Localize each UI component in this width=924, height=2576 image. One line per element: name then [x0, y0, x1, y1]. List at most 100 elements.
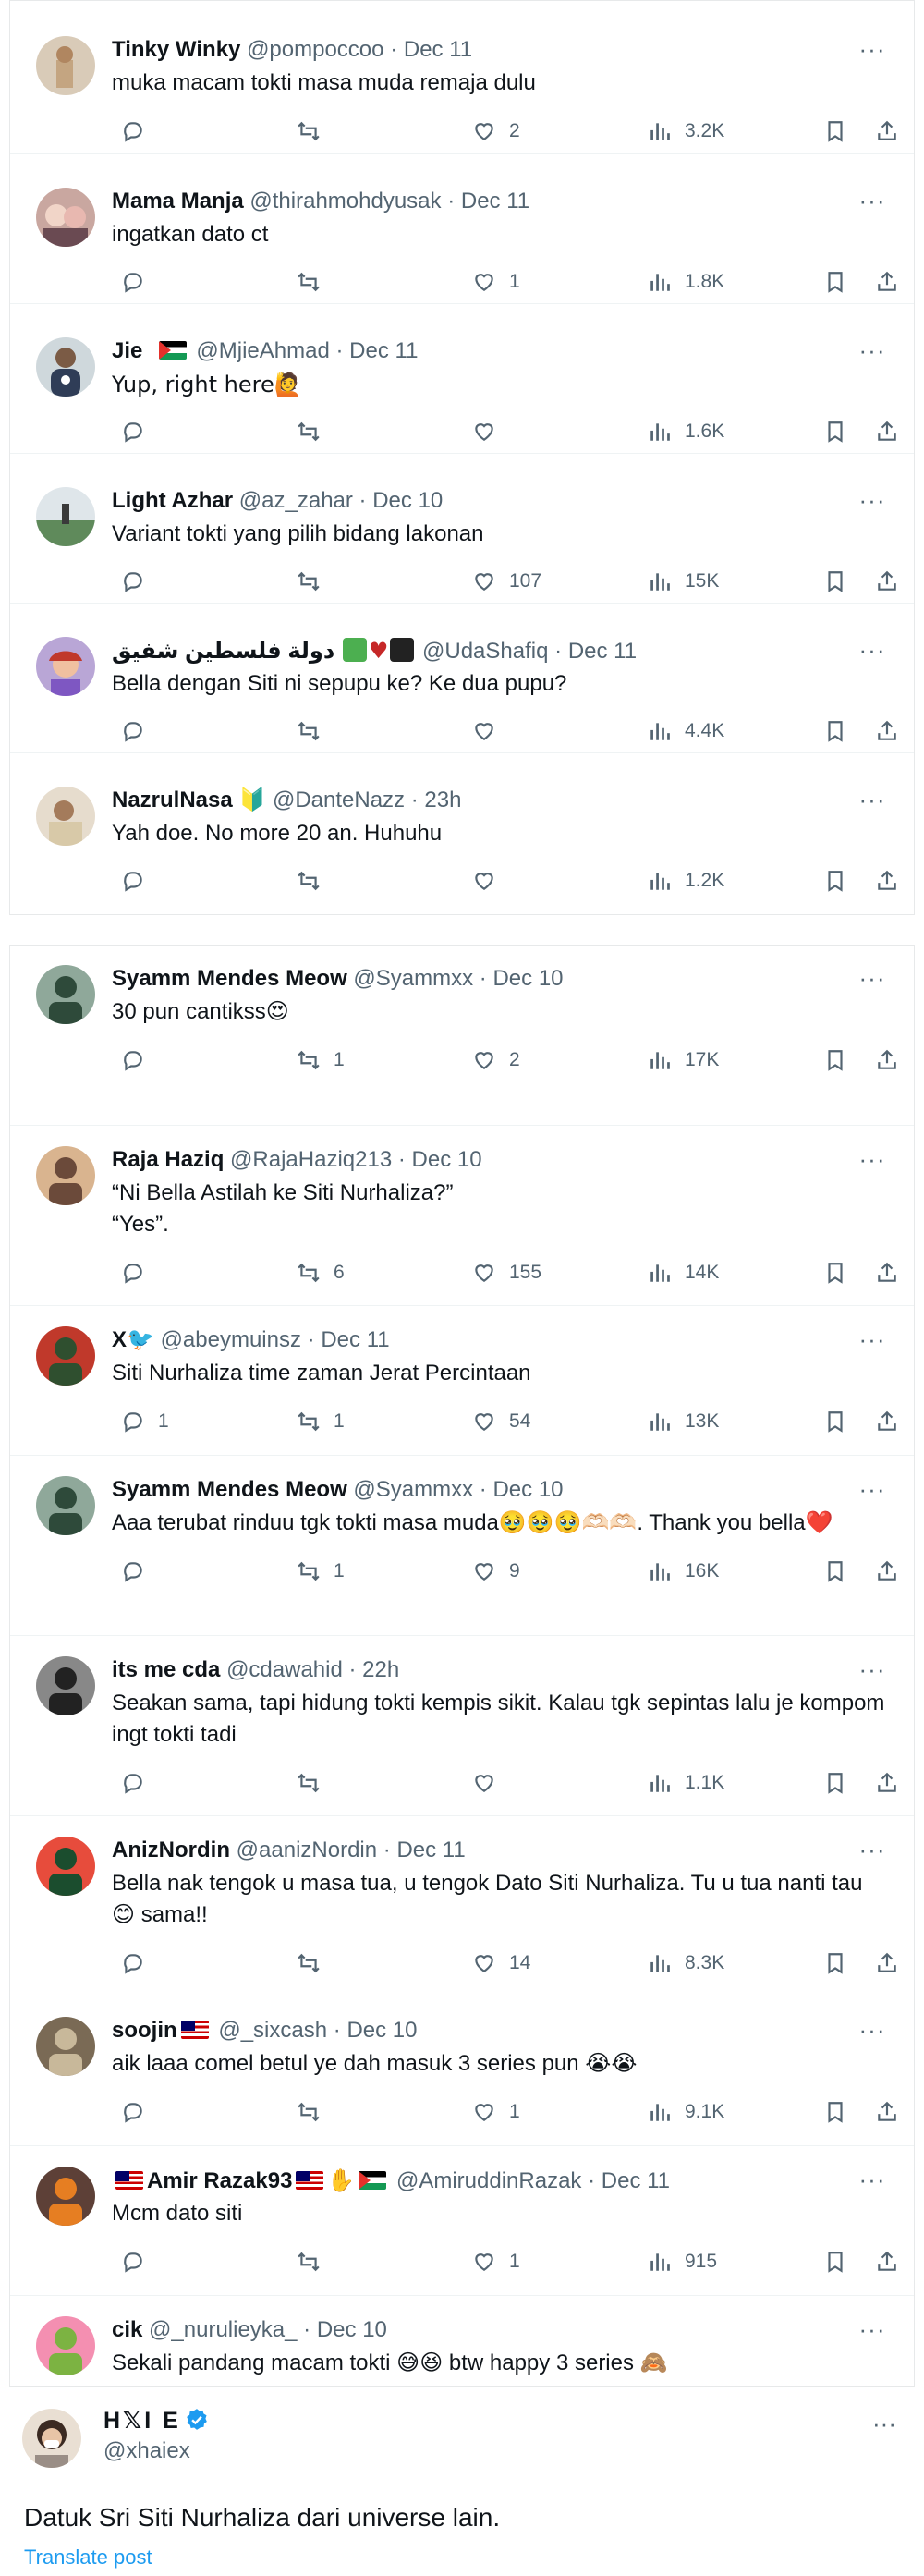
repost-button[interactable]: [297, 117, 334, 145]
reply-tweet[interactable]: NazrulNasa 🔰 @DanteNazz · 23h ··· Yah do…: [10, 752, 914, 915]
more-options-icon[interactable]: ···: [858, 1837, 886, 1862]
bookmark-button[interactable]: [823, 1408, 847, 1435]
repost-button[interactable]: [297, 2098, 334, 2126]
reply-button[interactable]: [121, 1259, 158, 1287]
reply-tweet[interactable]: AnizNordin @aanizNordin · Dec 11 ··· Bella…: [10, 1815, 914, 1996]
tweet-date[interactable]: Dec 10: [412, 1147, 482, 1172]
reply-tweet[interactable]: Jie_ @MjieAhmad · Dec 11 ··· Yup, right …: [10, 303, 914, 453]
like-button[interactable]: [472, 717, 509, 745]
author-handle[interactable]: @_nurulieyka_: [149, 2317, 297, 2342]
views-button[interactable]: 17K: [648, 1046, 719, 1074]
author-handle[interactable]: @Syammxx: [353, 1477, 473, 1502]
author-handle[interactable]: @xhaiex: [103, 2438, 190, 2464]
reply-button[interactable]: 1: [121, 1408, 169, 1435]
reply-button[interactable]: [121, 2248, 158, 2276]
author-name[interactable]: Syamm Mendes Meow: [112, 1477, 347, 1502]
more-options-icon[interactable]: ···: [858, 37, 886, 62]
reply-button[interactable]: [121, 717, 158, 745]
more-options-icon[interactable]: ···: [858, 338, 886, 363]
like-button[interactable]: 14: [472, 1949, 530, 1977]
like-button[interactable]: 107: [472, 568, 541, 595]
author-name[interactable]: AnizNordin: [112, 1837, 230, 1862]
author-name[interactable]: Mama Manja: [112, 189, 244, 214]
reply-button[interactable]: [121, 1949, 158, 1977]
author-name[interactable]: its me cda: [112, 1657, 220, 1682]
author-handle[interactable]: @MjieAhmad: [196, 338, 329, 363]
author-handle[interactable]: @DanteNazz: [273, 787, 405, 812]
reply-tweet[interactable]: Tinky Winky @pompoccoo · Dec 11 ··· muka…: [10, 1, 914, 153]
like-button[interactable]: [472, 1769, 509, 1797]
views-button[interactable]: 13K: [648, 1408, 719, 1435]
author-handle[interactable]: @abeymuinsz: [161, 1327, 301, 1352]
more-options-icon[interactable]: ···: [858, 488, 886, 513]
avatar[interactable]: [36, 36, 95, 95]
reply-button[interactable]: [121, 1769, 158, 1797]
views-button[interactable]: 8.3K: [648, 1949, 724, 1977]
tweet-date[interactable]: Dec 11: [349, 338, 418, 363]
reply-button[interactable]: [121, 568, 158, 595]
reply-button[interactable]: [121, 1046, 158, 1074]
avatar[interactable]: [36, 1656, 95, 1715]
share-button[interactable]: [875, 2098, 899, 2126]
tweet-date[interactable]: Dec 11: [404, 37, 472, 62]
views-button[interactable]: 3.2K: [648, 117, 724, 145]
reply-button[interactable]: [121, 418, 158, 446]
tweet-date[interactable]: Dec 11: [602, 2168, 670, 2193]
tweet-date[interactable]: Dec 10: [492, 1477, 563, 1502]
reply-tweet[interactable]: cik @_nurulieyka_ · Dec 10 ··· Sekali pand…: [10, 2295, 914, 2423]
reply-tweet[interactable]: Amir Razak93 ✋ @AmiruddinRazak · Dec 11 ··…: [10, 2145, 914, 2295]
avatar[interactable]: [36, 1146, 95, 1205]
avatar[interactable]: [36, 965, 95, 1024]
avatar[interactable]: [36, 487, 95, 546]
author-name[interactable]: Light Azhar: [112, 488, 233, 513]
author-name[interactable]: دولة فلسطين شفيق: [112, 639, 334, 664]
author-name[interactable]: soojin: [112, 2018, 177, 2043]
tweet-date[interactable]: 22h: [362, 1657, 399, 1682]
share-button[interactable]: [875, 418, 899, 446]
like-button[interactable]: 2: [472, 117, 520, 145]
like-button[interactable]: 2: [472, 1046, 520, 1074]
like-button[interactable]: [472, 418, 509, 446]
like-button[interactable]: 1: [472, 2248, 520, 2276]
views-button[interactable]: 1.6K: [648, 418, 724, 446]
reply-button[interactable]: [121, 2098, 158, 2126]
bookmark-button[interactable]: [823, 867, 847, 895]
more-options-icon[interactable]: ···: [858, 2167, 886, 2192]
repost-button[interactable]: [297, 418, 334, 446]
tweet-date[interactable]: Dec 11: [568, 639, 637, 664]
quoted-main-post[interactable]: H𝕏I E @xhaiex ··· Datuk Sri Siti Nurhali…: [0, 2394, 924, 2576]
views-button[interactable]: 1.2K: [648, 867, 724, 895]
views-button[interactable]: 15K: [648, 568, 719, 595]
translate-post-link[interactable]: Translate post: [24, 2545, 152, 2570]
tweet-date[interactable]: Dec 11: [321, 1327, 389, 1352]
author-name[interactable]: Tinky Winky: [112, 37, 240, 62]
repost-button[interactable]: [297, 717, 334, 745]
author-name[interactable]: Amir Razak93: [147, 2168, 292, 2193]
like-button[interactable]: [472, 867, 509, 895]
reply-tweet[interactable]: X🐦 @abeymuinsz · Dec 11 ··· Siti Nurhaliza…: [10, 1305, 914, 1455]
author-handle[interactable]: @thirahmohdyusak: [249, 189, 441, 214]
bookmark-button[interactable]: [823, 117, 847, 145]
author-name[interactable]: H𝕏I E: [103, 2407, 209, 2435]
views-button[interactable]: 16K: [648, 1557, 719, 1585]
share-button[interactable]: [875, 1769, 899, 1797]
more-options-icon[interactable]: ···: [858, 1477, 886, 1502]
author-handle[interactable]: @RajaHaziq213: [230, 1147, 392, 1172]
repost-button[interactable]: [297, 268, 334, 296]
bookmark-button[interactable]: [823, 268, 847, 296]
author-handle[interactable]: @az_zahar: [239, 488, 353, 513]
author-name[interactable]: NazrulNasa 🔰: [112, 787, 266, 812]
share-button[interactable]: [875, 268, 899, 296]
reply-button[interactable]: [121, 268, 158, 296]
reply-tweet[interactable]: Light Azhar @az_zahar · Dec 10 ··· Varia…: [10, 453, 914, 603]
share-button[interactable]: [875, 1259, 899, 1287]
more-options-icon[interactable]: ···: [858, 1657, 886, 1682]
share-button[interactable]: [875, 117, 899, 145]
author-handle[interactable]: @aanizNordin: [237, 1837, 377, 1862]
bookmark-button[interactable]: [823, 1259, 847, 1287]
views-button[interactable]: 4.4K: [648, 717, 724, 745]
reply-tweet[interactable]: soojin @_sixcash · Dec 10 ··· aik laaa com…: [10, 1996, 914, 2145]
views-button[interactable]: 915: [648, 2248, 717, 2276]
avatar[interactable]: [36, 1476, 95, 1535]
tweet-date[interactable]: 23h: [424, 787, 461, 812]
